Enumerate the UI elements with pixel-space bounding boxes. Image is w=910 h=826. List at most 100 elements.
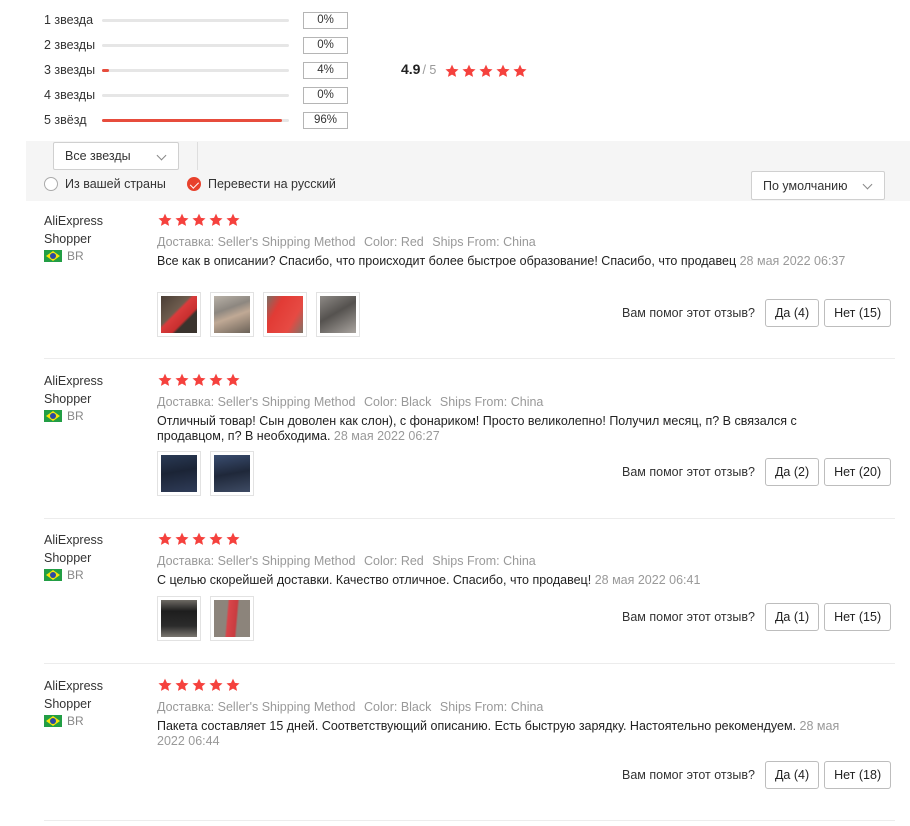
review-date: 28 мая 2022 06:41 [594, 573, 701, 587]
translate-label: Перевести на русский [208, 177, 336, 191]
review-text-block: Отличный товар! Сын доволен как слон), с… [157, 414, 857, 444]
review-filter-bar: Все звезды Из вашей страны Перевести на … [26, 141, 910, 201]
helpful-no-button[interactable]: Нет (15) [824, 299, 892, 327]
review-meta: Доставка: Seller's Shipping Method Color… [157, 235, 895, 249]
review-stars [157, 677, 895, 693]
star-icon [225, 372, 241, 388]
distribution-row-5-star: 5 звёзд 96% [44, 110, 364, 130]
review-photo-thumbnail[interactable] [316, 292, 360, 337]
review-photo-thumbnail[interactable] [157, 451, 201, 496]
review-photo-thumbnail[interactable] [210, 596, 254, 641]
reviewer-country: BR [44, 568, 144, 582]
review-meta: Доставка: Seller's Shipping Method Color… [157, 395, 895, 409]
review-content: Доставка: Seller's Shipping Method Color… [157, 212, 895, 337]
brazil-flag-icon [44, 250, 62, 262]
review-photos [157, 451, 263, 496]
review-photos [157, 292, 369, 337]
distribution-percent: 0% [303, 87, 348, 104]
helpful-question: Вам помог этот отзыв? [622, 610, 755, 624]
star-icon [225, 531, 241, 547]
star-icon [478, 63, 494, 79]
review-content: Доставка: Seller's Shipping Method Color… [157, 677, 895, 789]
sort-select[interactable]: По умолчанию [751, 171, 885, 200]
review-stars [157, 372, 895, 388]
review-photo-thumbnail[interactable] [263, 292, 307, 337]
star-icon [191, 372, 207, 388]
distribution-percent: 96% [303, 112, 348, 129]
shipping-method: Доставка: Seller's Shipping Method [157, 395, 356, 409]
distribution-row-4-star: 4 звезды 0% [44, 85, 364, 105]
review-date: 28 мая 2022 06:37 [739, 254, 846, 268]
star-icon [157, 531, 173, 547]
star-icon [157, 212, 173, 228]
country-code: BR [67, 568, 84, 582]
review-text: Отличный товар! Сын доволен как слон), с… [157, 414, 797, 443]
country-code: BR [67, 249, 84, 263]
helpful-no-button[interactable]: Нет (20) [824, 458, 892, 486]
distribution-row-3-star: 3 звезды 4% [44, 60, 364, 80]
helpful-question: Вам помог этот отзыв? [622, 465, 755, 479]
stars-filter-select[interactable]: Все звезды [53, 142, 179, 170]
star-icon [174, 372, 190, 388]
helpful-no-button[interactable]: Нет (15) [824, 603, 892, 631]
distribution-row-2-star: 2 звезды 0% [44, 35, 364, 55]
distribution-percent: 0% [303, 12, 348, 29]
star-icon [208, 212, 224, 228]
country-code: BR [67, 714, 84, 728]
reviewer-country: BR [44, 249, 144, 263]
product-color: Color: Red [364, 554, 424, 568]
brazil-flag-icon [44, 410, 62, 422]
checkbox-checked-icon[interactable] [187, 177, 201, 191]
distribution-percent: 0% [303, 37, 348, 54]
review-item: AliExpress Shopper BR Доставка: Seller's… [44, 677, 895, 821]
star-icon [512, 63, 528, 79]
star-icon [208, 372, 224, 388]
distribution-bar [102, 119, 289, 122]
review-photo-thumbnail[interactable] [210, 292, 254, 337]
average-stars [444, 63, 529, 79]
review-stars [157, 531, 895, 547]
distribution-label: 2 звезды [44, 38, 96, 52]
star-icon [191, 212, 207, 228]
helpful-vote: Вам помог этот отзыв? Да (4) Нет (18) [622, 761, 892, 789]
average-max: / 5 [422, 63, 437, 77]
helpful-yes-button[interactable]: Да (1) [764, 603, 820, 631]
product-color: Color: Black [364, 395, 432, 409]
review-date: 28 мая 2022 06:27 [333, 429, 440, 443]
reviewer-name: AliExpress Shopper [44, 374, 104, 406]
review-photos [157, 596, 263, 641]
average-score: 4.9 [401, 61, 421, 77]
helpful-yes-button[interactable]: Да (4) [764, 299, 820, 327]
helpful-yes-button[interactable]: Да (4) [764, 761, 820, 789]
review-content: Доставка: Seller's Shipping Method Color… [157, 372, 895, 496]
reviewer: AliExpress Shopper BR [44, 677, 144, 728]
checkbox-icon[interactable] [44, 177, 58, 191]
review-photo-thumbnail[interactable] [157, 596, 201, 641]
distribution-row-1-star: 1 звезда 0% [44, 10, 364, 30]
star-icon [174, 212, 190, 228]
review-photo-thumbnail[interactable] [210, 451, 254, 496]
helpful-yes-button[interactable]: Да (2) [764, 458, 820, 486]
shipping-method: Доставка: Seller's Shipping Method [157, 554, 356, 568]
chevron-down-icon [156, 150, 167, 161]
helpful-no-button[interactable]: Нет (18) [824, 761, 892, 789]
reviewer: AliExpress Shopper BR [44, 212, 144, 263]
reviewer: AliExpress Shopper BR [44, 531, 144, 582]
stars-filter-value: Все звезды [65, 149, 131, 163]
star-icon [444, 63, 460, 79]
distribution-bar [102, 44, 289, 47]
ships-from: Ships From: China [432, 554, 536, 568]
review-photo-thumbnail[interactable] [157, 292, 201, 337]
from-country-checkbox[interactable]: Из вашей страны [44, 177, 166, 191]
distribution-bar [102, 19, 289, 22]
translate-checkbox[interactable]: Перевести на русский [187, 177, 336, 191]
review-text: Все как в описании? Спасибо, что происхо… [157, 254, 737, 268]
shipping-method: Доставка: Seller's Shipping Method [157, 700, 356, 714]
distribution-label: 3 звезды [44, 63, 96, 77]
brazil-flag-icon [44, 569, 62, 581]
review-item: AliExpress Shopper BR Доставка: Seller's… [44, 212, 895, 359]
brazil-flag-icon [44, 715, 62, 727]
helpful-question: Вам помог этот отзыв? [622, 768, 755, 782]
review-content: Доставка: Seller's Shipping Method Color… [157, 531, 895, 641]
divider [197, 142, 198, 170]
